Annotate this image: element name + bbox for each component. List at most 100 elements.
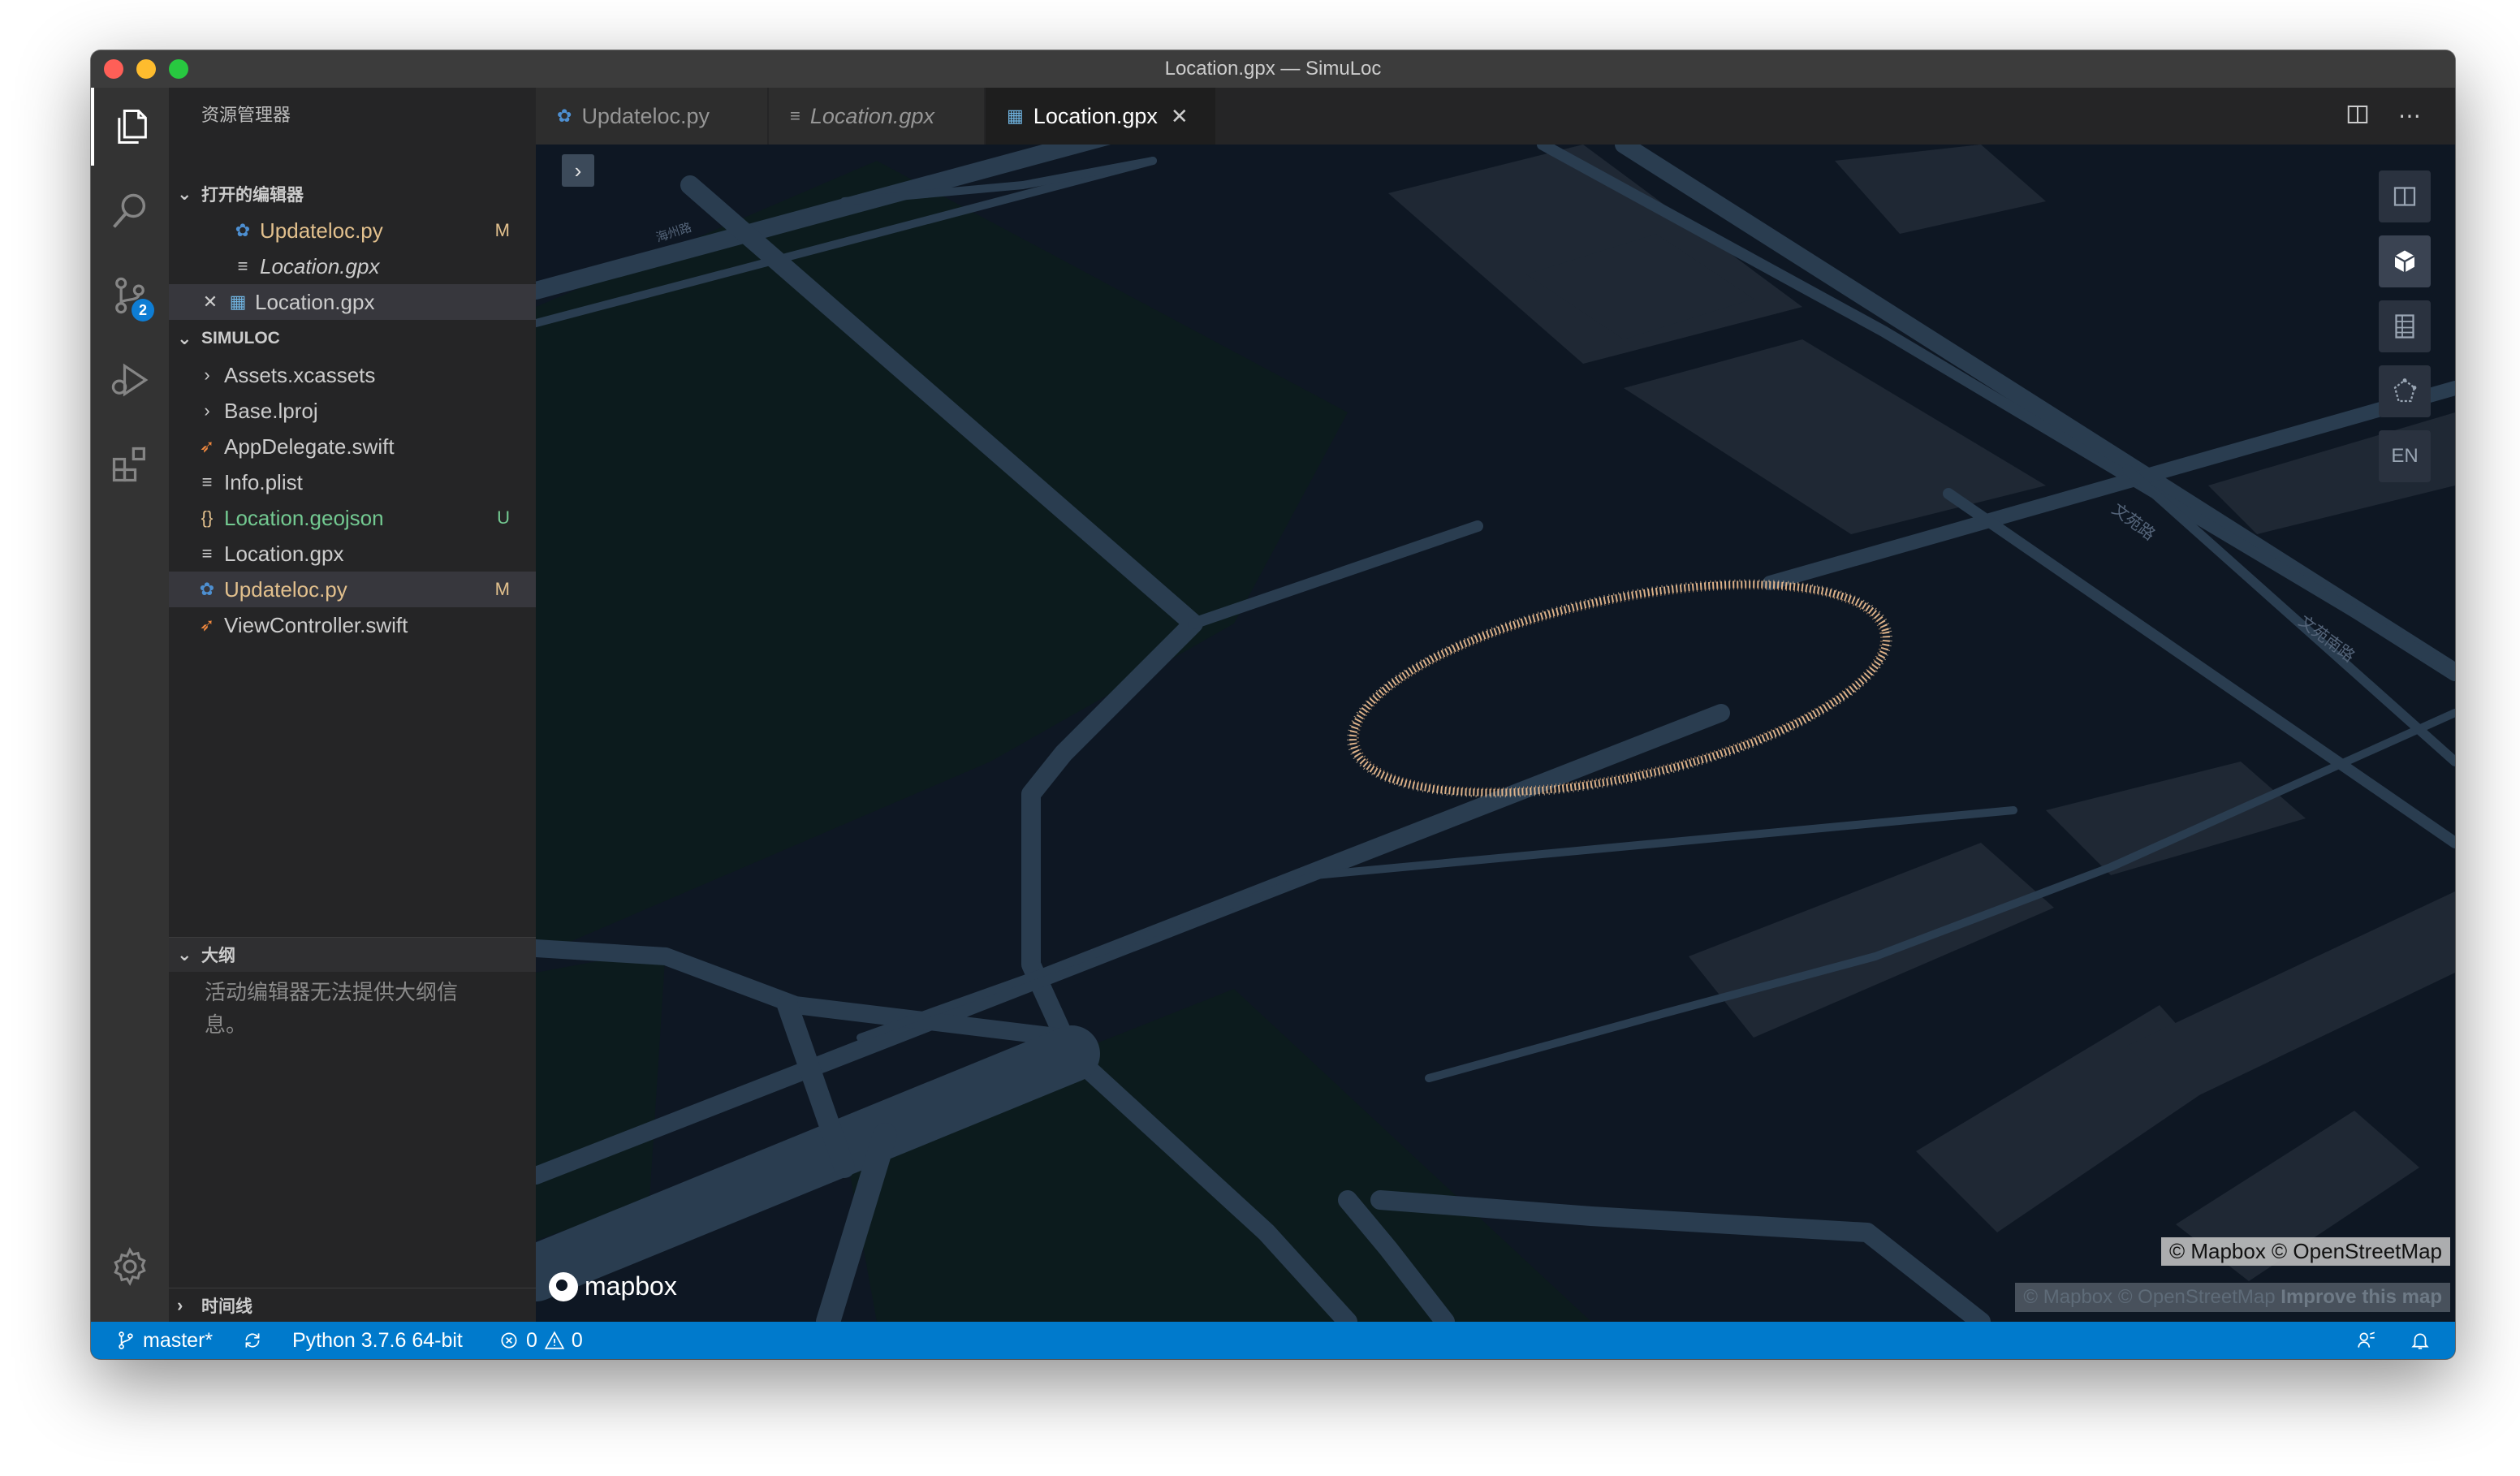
mapbox-logo[interactable]: mapbox [549,1271,677,1301]
gear-icon [114,1247,146,1286]
bell-icon [2411,1333,2429,1349]
map-icon: ▦ [229,291,247,312]
tree-item-label: Base.lproj [224,398,318,423]
chevron-down-icon: ⌄ [177,183,192,204]
search-icon [113,193,146,228]
lines-icon: ≡ [201,472,213,492]
open-editor-item[interactable]: ✿ Updateloc.py M [169,213,536,248]
tree-item-file-selected[interactable]: ✿ Updateloc.py M [169,572,536,607]
sidebar-title: 资源管理器 [201,105,291,125]
warning-icon [544,1331,565,1349]
tab-updateloc-py[interactable]: ✿ Updateloc.py [536,88,768,145]
lines-icon: ≡ [790,106,800,126]
project-header[interactable]: ⌄ SIMULOC [169,322,536,356]
table-icon [2395,314,2414,339]
chevron-down-icon: ⌄ [177,944,192,965]
tab-label: Location.gpx [1033,103,1158,128]
mapbox-wordmark: mapbox [585,1271,677,1301]
open-editors-title: 打开的编辑器 [201,186,304,205]
tree-item-file[interactable]: ≡ Info.plist [169,464,536,500]
map-attribution-secondary[interactable]: © Mapbox © OpenStreetMap Improve this ma… [2015,1283,2450,1312]
open-editors-header[interactable]: ⌄ 打开的编辑器 [169,177,536,211]
notifications-button[interactable] [2410,1322,2437,1359]
tab-location-gpx-text[interactable]: ≡ Location.gpx [769,88,985,145]
chevron-right-icon: › [177,1295,183,1315]
map-split-control[interactable] [2379,170,2431,222]
maximize-window-button[interactable] [169,59,188,79]
git-branch-icon [119,1331,133,1349]
minimize-window-button[interactable] [136,59,156,79]
map-table-control[interactable] [2379,300,2431,352]
tree-item-file[interactable]: {} Location.geojson U [169,500,536,536]
problems-item[interactable]: 0 0 [498,1322,583,1359]
git-status: M [494,579,510,599]
tree-item-file[interactable]: ≡ Location.gpx [169,536,536,572]
source-control-button[interactable]: 2 [91,257,169,334]
python-icon: ✿ [557,106,572,126]
search-button[interactable] [91,172,169,250]
open-editor-item-active[interactable]: ✕ ▦ Location.gpx [169,284,536,320]
map-3d-control[interactable] [2379,235,2431,287]
expand-sidebar-button[interactable]: › [562,154,594,187]
map-attribution[interactable]: © Mapbox © OpenStreetMap [2160,1237,2450,1266]
explorer-button[interactable] [91,88,169,166]
extensions-button[interactable] [91,425,169,503]
language-label: EN [2391,445,2419,467]
tree-item-label: Location.geojson [224,505,384,530]
python-interpreter-item[interactable]: Python 3.7.6 64-bit [292,1322,463,1359]
tree-item-file[interactable]: ➶ ViewController.swift [169,607,536,643]
gps-track[interactable] [1330,540,1910,838]
map-view[interactable]: 海州路 文苑路 文苑南路 › EN mapbox © Mapbox © Open… [536,145,2455,1322]
open-editor-item[interactable]: ≡ Location.gpx [169,248,536,284]
more-actions-button[interactable]: ⋯ [2395,102,2424,132]
map-icon: ▦ [1007,106,1024,126]
close-window-button[interactable] [104,59,123,79]
tree-item-label: ViewController.swift [224,612,408,637]
feedback-button[interactable] [2356,1322,2384,1359]
close-tab-icon[interactable]: ✕ [1171,104,1189,129]
tab-bar: ✿ Updateloc.py ≡ Location.gpx ▦ Location… [536,88,2455,145]
street-label: 文苑路 [2108,499,2159,544]
open-editor-label: Location.gpx [260,253,380,278]
window-title: Location.gpx — SimuLoc [1164,58,1382,80]
split-editor-button[interactable] [2343,102,2372,132]
extensions-icon [112,447,145,482]
map-canvas[interactable]: 海州路 文苑路 文苑南路 [536,145,2455,1322]
outline-empty-message: 活动编辑器无法提供大纲信息。 [205,980,459,1037]
buildings [1388,145,2455,1281]
timeline-title: 时间线 [201,1297,252,1316]
map-polygon-control[interactable] [2379,365,2431,417]
tree-item-file[interactable]: ➶ AppDelegate.swift [169,429,536,464]
map-language-control[interactable]: EN [2379,430,2431,482]
tab-label: Updateloc.py [581,103,710,128]
error-icon [501,1332,517,1349]
tree-item-folder[interactable]: › Assets.xcassets [169,357,536,393]
split-icon [2393,187,2416,206]
sync-button[interactable] [242,1322,270,1359]
tree-item-label: AppDelegate.swift [224,434,395,459]
timeline-header[interactable]: › 时间线 [169,1288,536,1323]
manage-button[interactable] [91,1228,169,1306]
tree-item-label: Assets.xcassets [224,362,376,387]
git-status: M [494,220,510,240]
git-branch-item[interactable]: master* [115,1322,213,1359]
close-icon[interactable]: ✕ [200,291,221,313]
python-version-label: Python 3.7.6 64-bit [292,1328,463,1352]
outline-header[interactable]: ⌄ 大纲 [169,937,536,972]
split-icon [2347,106,2368,123]
run-debug-button[interactable] [91,341,169,419]
tab-location-gpx-map[interactable]: ▦ Location.gpx ✕ [986,88,1216,145]
tab-label: Location.gpx [809,103,934,128]
tree-item-folder[interactable]: › Base.lproj [169,393,536,429]
scm-count-badge: 2 [132,299,154,322]
python-icon: ✿ [199,579,215,599]
tree-item-label: Location.gpx [224,541,344,566]
chevron-right-icon: › [574,158,582,183]
outline-title: 大纲 [201,947,235,965]
feedback-icon [2358,1331,2375,1348]
status-bar: master* Python 3.7.6 64-bit 0 0 [91,1322,2455,1359]
street-label: 文苑南路 [2295,611,2358,666]
polygon-icon [2393,378,2417,403]
improve-map-link[interactable]: Improve this map [2281,1286,2442,1308]
json-braces-icon: {} [201,507,214,528]
